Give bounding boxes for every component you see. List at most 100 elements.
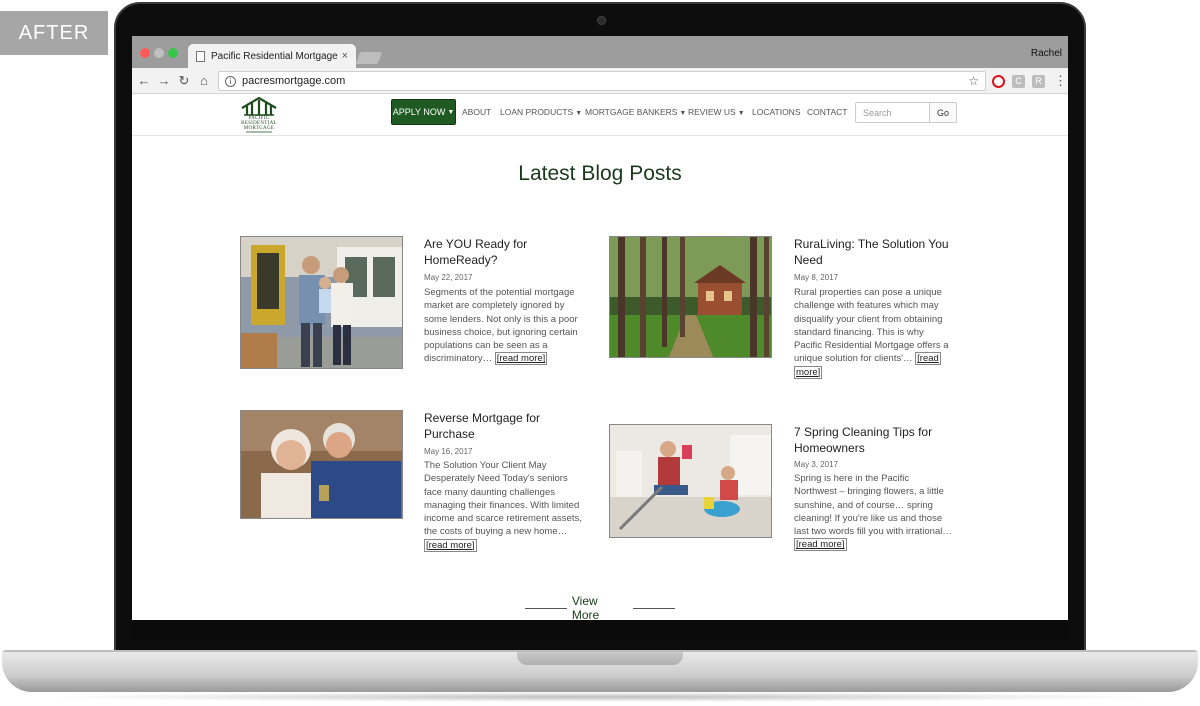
- post-date: May 16, 2017: [424, 447, 473, 456]
- read-more-link[interactable]: [read more]: [794, 538, 847, 552]
- excerpt-line: market are completely ignored by: [424, 300, 565, 312]
- divider-left: [525, 607, 567, 609]
- browser-titlebar: Pacific Residential Mortgage - × Rachel: [132, 36, 1068, 68]
- excerpt-line: sunshine, and of course… spring: [794, 499, 933, 511]
- chevron-down-icon: ▼: [447, 108, 455, 116]
- post-image-forest-cabin[interactable]: [609, 236, 772, 358]
- excerpt-line-with-link: [read more]: [794, 538, 952, 552]
- camera-icon: [597, 16, 606, 25]
- post-title[interactable]: Are YOU Ready for HomeReady?: [424, 236, 527, 268]
- forward-arrow-icon[interactable]: →: [154, 73, 174, 88]
- apply-now-button[interactable]: APPLY NOW ▼: [391, 99, 456, 125]
- excerpt-line-with-link: discriminatory… [read more]: [424, 352, 578, 366]
- info-icon[interactable]: i: [225, 75, 236, 87]
- post-image-cleaning[interactable]: [609, 424, 772, 538]
- screen-bezel-bottom: [132, 620, 1068, 640]
- tab-close-icon[interactable]: ×: [342, 50, 348, 62]
- excerpt-line: Spring is here in the Pacific: [794, 473, 910, 484]
- post-title-line-2: Purchase: [424, 427, 475, 441]
- search-input[interactable]: Search: [855, 102, 929, 123]
- excerpt-line: the costs of buying a new home…: [424, 526, 568, 538]
- read-more-link[interactable]: [read more]: [494, 352, 548, 366]
- post-image-family-home[interactable]: [240, 236, 403, 369]
- address-bar[interactable]: i pacresmortgage.com ☆: [218, 71, 986, 91]
- post-date: May 8, 2017: [794, 273, 839, 282]
- excerpt-line: The Solution Your Client May: [424, 460, 547, 471]
- nav-contact[interactable]: CONTACT: [807, 107, 847, 117]
- excerpt-line: last two words fill you with irrational…: [794, 526, 952, 538]
- read-more-link-part-1[interactable]: [read: [915, 352, 941, 366]
- excerpt-line-with-link: more]: [794, 365, 949, 379]
- senior-couple-photo: [241, 411, 402, 518]
- post-title-line-1: 7 Spring Cleaning Tips for: [794, 425, 933, 439]
- excerpt-line: face many daunting challenges: [424, 486, 555, 498]
- page-title: Latest Blog Posts: [518, 162, 682, 185]
- tab-title: Pacific Residential Mortgage -: [211, 50, 338, 62]
- close-window-button[interactable]: [140, 48, 150, 58]
- excerpt-line: managing their finances. With limited: [424, 499, 580, 511]
- browser-tab[interactable]: Pacific Residential Mortgage - ×: [188, 44, 356, 68]
- excerpt-line: disqualify your client from obtaining: [794, 313, 943, 325]
- logo-line-3: MORTGAGE: [243, 126, 275, 131]
- nav-about[interactable]: ABOUT: [462, 107, 491, 117]
- excerpt-line-with-link: unique solution for clients'… [read: [794, 352, 949, 366]
- excerpt-line: Segments of the potential mortgage: [424, 287, 575, 298]
- minimize-window-button[interactable]: [154, 48, 164, 58]
- post-title[interactable]: Reverse Mortgage for Purchase: [424, 410, 540, 442]
- cleaning-photo: [610, 425, 771, 537]
- apply-now-label: APPLY NOW: [392, 107, 446, 117]
- nav-loan-products[interactable]: LOAN PRODUCTS ▼: [500, 107, 582, 117]
- excerpt-line: standard financing. This is why: [794, 326, 924, 338]
- chevron-down-icon: ▼: [737, 110, 745, 117]
- website: PACIFIC RESIDENTIAL MORTGAGE APPLY NOW ▼…: [132, 94, 1068, 620]
- excerpt-line: Northwest – bringing flowers, a little: [794, 486, 944, 498]
- forest-cabin-photo: [610, 237, 771, 357]
- divider-right: [633, 607, 675, 609]
- excerpt-line: challenge with features which may: [794, 300, 939, 312]
- view-more-label: View More: [571, 594, 600, 620]
- page-icon: [196, 50, 205, 62]
- family-house-photo: [241, 237, 402, 368]
- excerpt-line: business choice, but ignoring certain: [424, 326, 578, 338]
- search-placeholder: Search: [863, 107, 892, 118]
- chevron-down-icon: ▼: [575, 110, 583, 117]
- maximize-window-button[interactable]: [168, 48, 178, 58]
- nav-review-us[interactable]: REVIEW US ▼: [688, 107, 745, 117]
- excerpt-line: income and scarce retirement assets,: [424, 513, 582, 525]
- excerpt-line: cleaning! If you're like us and those: [794, 512, 943, 524]
- post-title-line-1: Are YOU Ready for: [424, 237, 528, 251]
- post-date: May 3, 2017: [794, 460, 839, 469]
- extension-c-icon[interactable]: C: [1012, 75, 1025, 88]
- excerpt-line: Desperately Need Today's seniors: [424, 473, 568, 485]
- post-title-line-2: Homeowners: [794, 441, 865, 455]
- post-title-line-2: Need: [794, 253, 823, 267]
- post-image-senior-couple[interactable]: [240, 410, 403, 519]
- view-more-link[interactable]: View More: [520, 594, 680, 620]
- opera-icon[interactable]: [992, 75, 1005, 88]
- nav-mortgage-bankers[interactable]: MORTGAGE BANKERS ▼: [585, 107, 686, 117]
- excerpt-line: Pacific Residential Mortgage offers a: [794, 340, 949, 352]
- reload-icon[interactable]: ↻: [174, 73, 194, 89]
- read-more-link-part-2[interactable]: more]: [794, 365, 823, 379]
- post-excerpt: Rural properties can pose a unique chall…: [794, 286, 949, 379]
- menu-dots-icon[interactable]: ⋮: [1054, 73, 1067, 89]
- excerpt-line: populations can be seen as a: [424, 340, 548, 352]
- post-title[interactable]: RuraLiving: The Solution You Need: [794, 236, 949, 268]
- read-more-link[interactable]: [read more]: [424, 538, 477, 552]
- nav-loan-products-label: LOAN PRODUCTS: [500, 107, 574, 117]
- profile-name[interactable]: Rachel: [1031, 48, 1062, 59]
- search-go-button[interactable]: Go: [929, 102, 957, 123]
- browser-window: Pacific Residential Mortgage - × Rachel …: [132, 36, 1068, 620]
- chevron-down-icon: ▼: [679, 110, 687, 117]
- back-arrow-icon[interactable]: ←: [134, 73, 154, 88]
- home-icon[interactable]: ⌂: [194, 73, 214, 88]
- nav-locations[interactable]: LOCATIONS: [752, 107, 801, 117]
- new-tab-button[interactable]: [355, 52, 383, 64]
- laptop-notch: [517, 652, 683, 665]
- post-excerpt: The Solution Your Client May Desperately…: [424, 459, 582, 552]
- url-text: pacresmortgage.com: [242, 75, 346, 87]
- stage: AFTER Pacific Residential Mortgage - × R…: [0, 0, 1200, 706]
- star-icon[interactable]: ☆: [968, 74, 979, 88]
- extension-r-icon[interactable]: R: [1032, 75, 1045, 88]
- post-title[interactable]: 7 Spring Cleaning Tips for Homeowners: [794, 424, 932, 456]
